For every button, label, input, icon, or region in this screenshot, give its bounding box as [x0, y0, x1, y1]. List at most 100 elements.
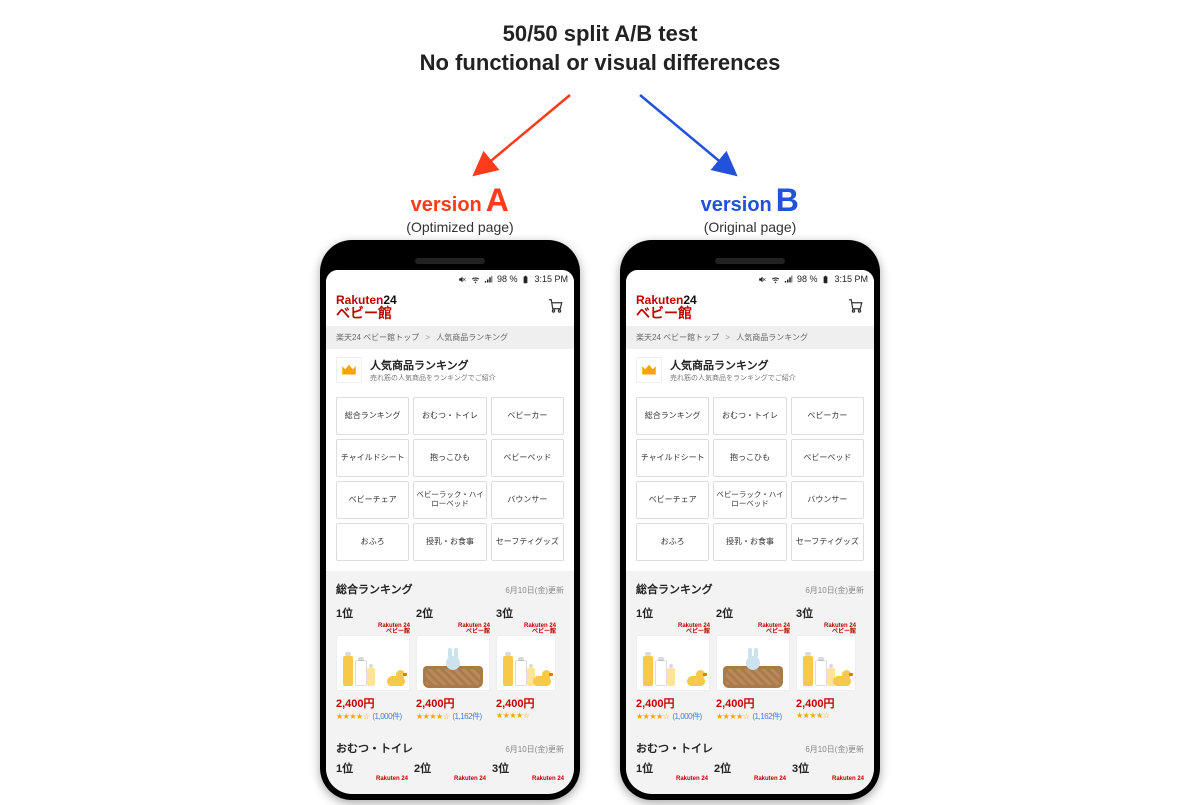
cart-icon[interactable]	[846, 296, 864, 319]
product-price: 2,400円	[416, 695, 490, 711]
product-card[interactable]: 1位Rakuten 24ベビー館2,400円★★★★☆(1,000件)	[336, 605, 410, 722]
category-button[interactable]: おむつ・トイレ	[713, 397, 786, 435]
breadcrumb[interactable]: 楽天24 ベビー館トップ > 人気商品ランキング	[326, 326, 574, 349]
heading-line-2: No functional or visual differences	[0, 49, 1200, 78]
product-thumb	[636, 635, 710, 691]
product-row[interactable]: 1位Rakuten 24ベビー館2,400円★★★★☆(1,000件)2位Rak…	[626, 601, 874, 730]
phone-a-screen: 98 % 3:15 PM Rakuten24 ベビー館 楽天24 ベビー館トップ…	[326, 270, 574, 794]
mini-rank-col[interactable]: 1位Rakuten 24	[336, 760, 408, 782]
rank-label: 1位	[636, 605, 710, 621]
category-button[interactable]: バウンサー	[491, 481, 564, 519]
page-title: 人気商品ランキング	[370, 357, 496, 373]
product-rating: ★★★★☆(1,162件)	[416, 711, 490, 722]
category-button[interactable]: バウンサー	[791, 481, 864, 519]
section-2-updated: 6月10日(金)更新	[505, 744, 564, 755]
category-button[interactable]: 抱っこひも	[413, 439, 486, 477]
product-card[interactable]: 1位Rakuten 24ベビー館2,400円★★★★☆(1,000件)	[636, 605, 710, 722]
category-button[interactable]: ベビーカー	[791, 397, 864, 435]
product-rating: ★★★★☆	[496, 711, 556, 720]
split-arrows	[0, 90, 1200, 180]
section-1-name: 総合ランキング	[636, 581, 713, 597]
section-2-name: おむつ・トイレ	[336, 740, 413, 756]
category-grid: 総合ランキングおむつ・トイレベビーカーチャイルドシート抱っこひもベビーベッドベビ…	[626, 391, 874, 571]
breadcrumb[interactable]: 楽天24 ベビー館トップ > 人気商品ランキング	[626, 326, 874, 349]
category-button[interactable]: 総合ランキング	[336, 397, 409, 435]
page-subtitle: 売れ筋の人気商品をランキングでご紹介	[370, 373, 496, 383]
clock-text: 3:15 PM	[534, 274, 568, 284]
product-brand: Rakuten 24ベビー館	[716, 623, 790, 635]
section-1-updated: 6月10日(金)更新	[505, 585, 564, 596]
phone-b-screen: 98 % 3:15 PM Rakuten24 ベビー館 楽天24 ベビー館トップ…	[626, 270, 874, 794]
product-card[interactable]: 3位Rakuten 24ベビー館2,400円★★★★☆	[496, 605, 556, 722]
category-button[interactable]: おむつ・トイレ	[413, 397, 486, 435]
category-button[interactable]: セーフティグッズ	[491, 523, 564, 561]
section-2-updated: 6月10日(金)更新	[805, 744, 864, 755]
section-head-2: おむつ・トイレ 6月10日(金)更新	[326, 730, 574, 760]
category-button[interactable]: 授乳・お食事	[713, 523, 786, 561]
section-1-updated: 6月10日(金)更新	[805, 585, 864, 596]
category-button[interactable]: ベビーカー	[491, 397, 564, 435]
category-button[interactable]: おふろ	[636, 523, 709, 561]
category-button[interactable]: 総合ランキング	[636, 397, 709, 435]
product-price: 2,400円	[636, 695, 710, 711]
category-button[interactable]: チャイルドシート	[636, 439, 709, 477]
product-brand: Rakuten 24ベビー館	[416, 623, 490, 635]
category-button[interactable]: 授乳・お食事	[413, 523, 486, 561]
heading-line-1: 50/50 split A/B test	[0, 20, 1200, 49]
mini-rank-col[interactable]: 3位Rakuten 24	[792, 760, 864, 782]
product-brand: Rakuten 24ベビー館	[496, 623, 556, 635]
category-button[interactable]: ベビーチェア	[336, 481, 409, 519]
page-title-row: 人気商品ランキング 売れ筋の人気商品をランキングでご紹介	[326, 349, 574, 391]
mute-icon	[758, 275, 767, 284]
category-button[interactable]: 抱っこひも	[713, 439, 786, 477]
product-rating: ★★★★☆	[796, 711, 856, 720]
status-bar: 98 % 3:15 PM	[326, 270, 574, 288]
cart-icon[interactable]	[546, 296, 564, 319]
brand-logo[interactable]: Rakuten24 ベビー館	[636, 294, 697, 320]
product-price: 2,400円	[716, 695, 790, 711]
wifi-icon	[771, 275, 780, 284]
rank-label: 3位	[796, 605, 856, 621]
rank-label: 2位	[416, 605, 490, 621]
product-brand: Rakuten 24ベビー館	[636, 623, 710, 635]
category-button[interactable]: ベビーベッド	[491, 439, 564, 477]
mini-rank-col[interactable]: 3位Rakuten 24	[492, 760, 564, 782]
product-card[interactable]: 2位Rakuten 24ベビー館2,400円★★★★☆(1,162件)	[716, 605, 790, 722]
product-thumb	[496, 635, 556, 691]
category-button[interactable]: ベビーベッド	[791, 439, 864, 477]
phone-b: 98 % 3:15 PM Rakuten24 ベビー館 楽天24 ベビー館トップ…	[620, 240, 880, 800]
category-button[interactable]: チャイルドシート	[336, 439, 409, 477]
brand-logo[interactable]: Rakuten24 ベビー館	[336, 294, 397, 320]
product-thumb	[416, 635, 490, 691]
status-bar: 98 % 3:15 PM	[626, 270, 874, 288]
mini-rank-col[interactable]: 2位Rakuten 24	[714, 760, 786, 782]
signal-icon	[484, 275, 493, 284]
category-button[interactable]: セーフティグッズ	[791, 523, 864, 561]
product-card[interactable]: 3位Rakuten 24ベビー館2,400円★★★★☆	[796, 605, 856, 722]
category-button[interactable]: ベビーラック・ハイローベッド	[413, 481, 486, 519]
battery-text: 98 %	[797, 274, 818, 284]
section-2-name: おむつ・トイレ	[636, 740, 713, 756]
product-thumb	[716, 635, 790, 691]
mini-rank-col[interactable]: 2位Rakuten 24	[414, 760, 486, 782]
page-title: 人気商品ランキング	[670, 357, 796, 373]
product-row[interactable]: 1位Rakuten 24ベビー館2,400円★★★★☆(1,000件)2位Rak…	[326, 601, 574, 730]
phone-a: 98 % 3:15 PM Rakuten24 ベビー館 楽天24 ベビー館トップ…	[320, 240, 580, 800]
page-subtitle: 売れ筋の人気商品をランキングでご紹介	[670, 373, 796, 383]
page-title-row: 人気商品ランキング 売れ筋の人気商品をランキングでご紹介	[626, 349, 874, 391]
rank-label: 1位	[336, 605, 410, 621]
crown-icon	[336, 357, 362, 383]
version-b-subtitle: (Original page)	[600, 219, 900, 235]
category-button[interactable]: ベビーチェア	[636, 481, 709, 519]
clock-text: 3:15 PM	[834, 274, 868, 284]
version-b-label: versionB (Original page)	[600, 182, 900, 235]
diagram-stage: 50/50 split A/B test No functional or vi…	[0, 0, 1200, 805]
product-price: 2,400円	[336, 695, 410, 711]
product-card[interactable]: 2位 Rakuten 24ベビー館 2,400円★★★★☆(1,162件)	[416, 605, 490, 722]
mute-icon	[458, 275, 467, 284]
battery-text: 98 %	[497, 274, 518, 284]
product-rating: ★★★★☆(1,000件)	[336, 711, 410, 722]
category-button[interactable]: おふろ	[336, 523, 409, 561]
category-button[interactable]: ベビーラック・ハイローベッド	[713, 481, 786, 519]
mini-rank-col[interactable]: 1位Rakuten 24	[636, 760, 708, 782]
